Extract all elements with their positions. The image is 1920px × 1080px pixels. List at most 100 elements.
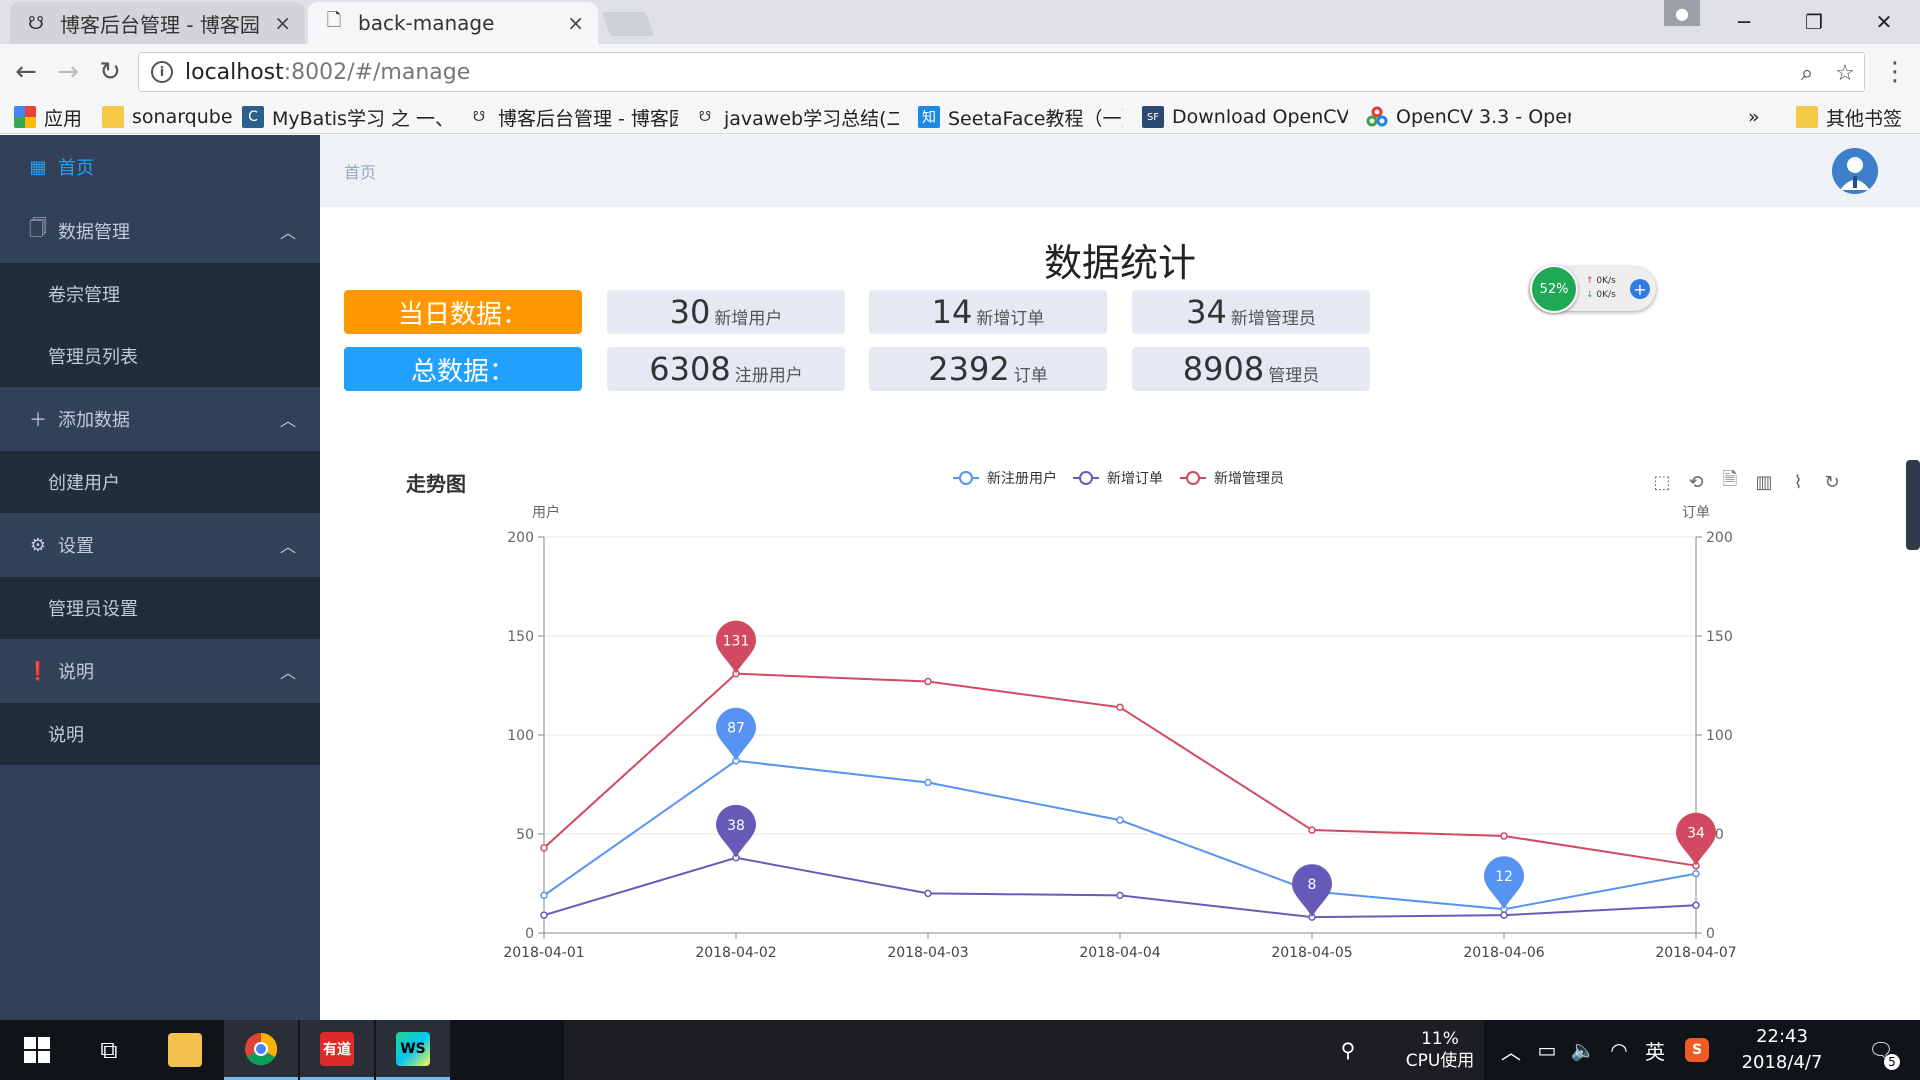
start-button[interactable]: [0, 1020, 74, 1080]
sidebar-group-help[interactable]: ❗ 说明 ︿: [0, 639, 320, 703]
stat-unit: 管理员: [1268, 365, 1320, 386]
close-window-button[interactable]: ✕: [1854, 0, 1914, 44]
stat-today-new-orders: 14 新增订单: [869, 290, 1107, 334]
reload-icon[interactable]: ↻: [92, 54, 128, 90]
people-icon[interactable]: ⚲: [1330, 1020, 1366, 1080]
network-monitor-widget[interactable]: 52% ↑ 0K/s ↓ 0K/s +: [1530, 265, 1656, 313]
bookmark-apps[interactable]: 应用: [14, 100, 82, 134]
data-point: [924, 889, 932, 898]
bookmark-blog-admin[interactable]: ☋ 博客后台管理 - 博客园: [468, 100, 678, 134]
mark-pin: [1292, 864, 1332, 918]
sidebar-item-admin-list[interactable]: 管理员列表: [0, 325, 320, 387]
address-bar[interactable]: i localhost:8002/#/manage ⌕ ☆: [138, 52, 1865, 92]
clock[interactable]: 22:43 2018/4/7: [1722, 1020, 1842, 1080]
y-tick-label: 150: [507, 629, 534, 645]
bookmark-download-opencv[interactable]: SF Download OpenCV: [1142, 100, 1348, 134]
browser-tab-back-manage[interactable]: 🗋 back-manage ×: [308, 2, 598, 44]
data-point: [1500, 911, 1508, 919]
cpu-meter[interactable]: 11% CPU使用: [1390, 1020, 1490, 1080]
legend-marker: [959, 471, 973, 485]
ime-indicator[interactable]: 英: [1638, 1020, 1672, 1080]
sidebar-item-dossier[interactable]: 卷宗管理: [0, 263, 320, 325]
line-chart-icon[interactable]: ⌇: [1786, 470, 1810, 494]
scrollbar-thumb[interactable]: [1906, 460, 1920, 550]
new-tab-button[interactable]: [601, 12, 655, 36]
page-header: 首页: [320, 135, 1920, 207]
sidebar-group-data-management[interactable]: 🗍 数据管理 ︿: [0, 199, 320, 263]
taskbar-youdao[interactable]: 有道: [300, 1020, 374, 1080]
minimize-button[interactable]: ─: [1714, 0, 1774, 44]
profile-icon[interactable]: ●: [1664, 0, 1700, 26]
wifi-icon[interactable]: ◠: [1602, 1020, 1636, 1080]
y-axis-label: 用户: [532, 504, 560, 521]
sidebar-item-help[interactable]: 说明: [0, 703, 320, 765]
data-view-icon[interactable]: 🗎: [1718, 469, 1742, 494]
bookmark-label: 应用: [44, 107, 83, 130]
sidebar-group-add-data[interactable]: ＋ 添加数据 ︿: [0, 387, 320, 451]
gear-icon: ⚙: [29, 534, 47, 556]
sidebar-item-label: 首页: [58, 158, 94, 179]
taskbar-file-explorer[interactable]: [148, 1020, 222, 1080]
sidebar-item-home[interactable]: ▦ 首页: [0, 135, 320, 199]
legend-label: 新增管理员: [1214, 471, 1284, 487]
url-host: localhost: [185, 59, 284, 85]
csdn-icon: C: [242, 106, 264, 128]
stats-title: 数据统计: [1043, 241, 1196, 285]
browser-tab-blog[interactable]: ☋ 博客后台管理 - 博客园 ×: [10, 2, 305, 44]
youdao-icon: 有道: [320, 1031, 354, 1066]
stat-value: 34: [1186, 293, 1227, 331]
windows-icon: [24, 1037, 50, 1063]
bookmark-mybatis[interactable]: C MyBatis学习 之 一、: [242, 100, 452, 134]
data-point: [1116, 891, 1124, 900]
close-icon[interactable]: ×: [274, 11, 291, 35]
zoom-area-icon[interactable]: ⬚: [1650, 470, 1674, 494]
stat-unit: 新增订单: [976, 308, 1045, 329]
bar-chart-icon[interactable]: ▥: [1752, 470, 1776, 494]
battery-icon[interactable]: ▭: [1530, 1020, 1564, 1080]
series-line: [543, 856, 1697, 919]
sidebar-item-admin-settings[interactable]: 管理员设置: [0, 577, 320, 639]
restore-button[interactable]: ❐: [1784, 0, 1844, 44]
mark-pin-label: 131: [723, 634, 750, 650]
apps-icon: [14, 106, 36, 128]
y-tick-label: 200: [507, 530, 534, 546]
restore-icon[interactable]: ↻: [1820, 470, 1844, 494]
stat-unit: 新增管理员: [1230, 308, 1316, 329]
close-icon[interactable]: ×: [567, 11, 584, 35]
star-icon[interactable]: ☆: [1827, 53, 1863, 93]
sidebar-item-create-user[interactable]: 创建用户: [0, 451, 320, 513]
notifications-button[interactable]: 🗨 5: [1856, 1020, 1906, 1080]
forward-icon[interactable]: →: [50, 54, 86, 90]
bookmarks-overflow-button[interactable]: »: [1748, 100, 1760, 134]
data-point: [1692, 861, 1700, 870]
avatar[interactable]: [1832, 148, 1878, 194]
taskbar-chrome[interactable]: [224, 1020, 298, 1080]
bookmark-sonarqube[interactable]: sonarqube: [102, 100, 233, 134]
menu-icon[interactable]: ⋮: [1880, 54, 1910, 90]
plus-icon[interactable]: +: [1630, 279, 1650, 299]
bookmark-other[interactable]: 其他书签: [1796, 100, 1902, 134]
bookmark-opencv33[interactable]: OpenCV 3.3 - OpenC: [1366, 100, 1571, 134]
bookmark-javaweb[interactable]: ☋ javaweb学习总结(二: [694, 100, 899, 134]
zoom-reset-icon[interactable]: ⟲: [1684, 470, 1708, 494]
bookmark-seetaface[interactable]: 知 SeetaFace教程（一）: [918, 100, 1123, 134]
breadcrumb[interactable]: 首页: [344, 135, 376, 207]
y-tick-label: 0: [525, 926, 534, 942]
download-speed-value: 0K/s: [1596, 290, 1616, 300]
bookmark-label: 博客后台管理 - 博客园: [498, 107, 678, 130]
folder-icon: [1796, 106, 1818, 128]
zoom-icon[interactable]: ⌕: [1789, 53, 1825, 93]
x-tick-label: 2018-04-03: [887, 945, 968, 961]
back-icon[interactable]: ←: [8, 54, 44, 90]
y2-tick-label: 200: [1706, 530, 1733, 546]
x-tick-label: 2018-04-07: [1655, 945, 1736, 961]
y2-tick-label: 100: [1706, 728, 1733, 744]
sogou-ime-icon[interactable]: S: [1680, 1020, 1714, 1080]
volume-icon[interactable]: 🔈: [1566, 1020, 1600, 1080]
chevron-up-icon: ︿: [279, 663, 296, 682]
info-icon[interactable]: i: [151, 61, 173, 83]
chevron-up-icon[interactable]: ︿: [1496, 1020, 1526, 1080]
task-view-button[interactable]: ⧉: [72, 1020, 146, 1080]
sidebar-group-settings[interactable]: ⚙ 设置 ︿: [0, 513, 320, 577]
taskbar-webstorm[interactable]: WS: [376, 1020, 450, 1080]
